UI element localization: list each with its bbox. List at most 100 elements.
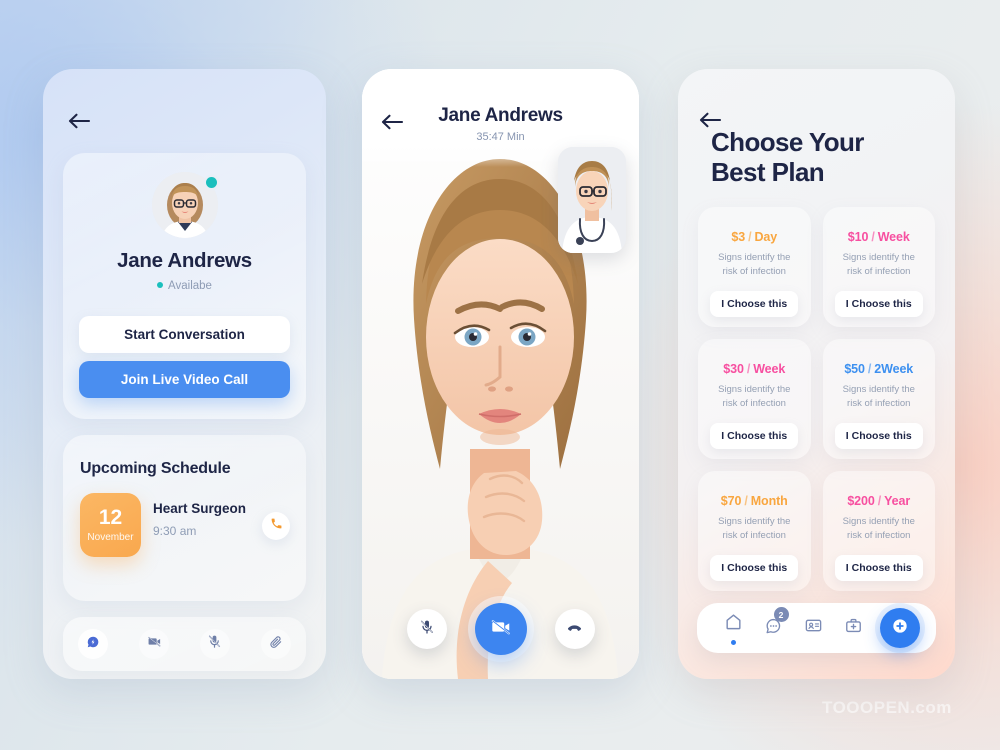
online-status-dot: [205, 177, 217, 188]
nav-item-records[interactable]: [794, 616, 834, 640]
self-view-pip[interactable]: [558, 147, 626, 253]
plan-price-separator: /: [748, 230, 752, 244]
schedule-call-button[interactable]: [262, 512, 290, 540]
page-title: Choose Your Best Plan: [711, 127, 864, 187]
choose-plan-button[interactable]: I Choose this: [710, 554, 799, 581]
nav-item-home[interactable]: [713, 612, 753, 645]
phone-screen-plans: Choose Your Best Plan $3/Day Signs identi…: [678, 69, 955, 679]
avatar: [151, 172, 218, 238]
availability-dot-icon: [157, 282, 164, 288]
plan-price-amount: $3: [731, 230, 746, 244]
mic-off-icon: [419, 619, 435, 640]
plan-price-period: Week: [753, 362, 786, 376]
plan-price-separator: /: [867, 362, 872, 376]
plan-price-separator: /: [746, 362, 751, 376]
plan-price-amount: $200: [847, 494, 875, 508]
plan-price: $3/Day: [731, 230, 777, 244]
plan-price-amount: $10: [847, 230, 869, 244]
plan-price: $200/Year: [847, 494, 910, 508]
plan-price: $30/Week: [723, 362, 785, 376]
add-circle-icon: [890, 616, 910, 641]
plan-card: $3/Day Signs identify the risk of infecti…: [698, 207, 811, 327]
mic-off-icon: [207, 634, 222, 654]
call-video-off-button[interactable]: [474, 603, 527, 655]
toolbar-video-off-button[interactable]: [139, 629, 170, 659]
plan-description: Signs identify the risk of infection: [718, 252, 791, 277]
schedule-date-chip: 12 November: [80, 493, 141, 557]
plan-price-period: Week: [877, 230, 910, 244]
schedule-item-title: Heart Surgeon: [153, 501, 247, 516]
chat-bolt-icon: [86, 635, 100, 654]
medkit-icon: [844, 616, 863, 640]
plan-price-period: Day: [754, 230, 778, 244]
plan-price-separator: /: [871, 230, 875, 244]
plan-description: Signs identify the risk of infection: [842, 516, 915, 541]
choose-plan-button[interactable]: I Choose this: [834, 422, 923, 449]
plan-price-period: Month: [750, 494, 788, 508]
back-button[interactable]: [67, 112, 93, 134]
phone-screen-profile: Jane Andrews Availabe Start Conversation…: [43, 69, 326, 679]
plan-price-amount: $30: [723, 362, 744, 376]
plan-price-separator: /: [877, 494, 882, 508]
arrow-left-icon: [67, 112, 91, 135]
plan-price-period: 2Week: [874, 362, 914, 376]
plan-description: Signs identify the risk of infection: [842, 384, 915, 409]
end-call-icon: [566, 618, 583, 640]
phone-screen-video-call: Jane Andrews 35:47 Min: [362, 69, 639, 679]
plan-price: $10/Week: [848, 230, 910, 244]
availability-status: Availabe: [63, 280, 306, 292]
schedule-item-time: 9:30 am: [153, 524, 197, 538]
doctor-profile-card: Jane Andrews Availabe Start Conversation…: [63, 153, 306, 419]
plan-card: $10/Week Signs identify the risk of infec…: [822, 207, 935, 327]
schedule-day: 12: [98, 506, 123, 529]
call-duration: 35:47 Min: [476, 131, 525, 143]
plan-card: $70/Month Signs identify the risk of infe…: [698, 471, 811, 591]
video-off-icon: [147, 634, 162, 654]
nav-active-indicator: [730, 639, 736, 645]
profile-toolbar: [63, 617, 306, 671]
choose-plan-button[interactable]: I Choose this: [710, 290, 799, 317]
toolbar-attachment-button[interactable]: [260, 629, 291, 659]
attachment-icon: [269, 635, 283, 654]
availability-label: Availabe: [168, 280, 212, 292]
call-end-button[interactable]: [554, 609, 595, 649]
choose-plan-button[interactable]: I Choose this: [710, 422, 799, 449]
plan-card: $30/Week Signs identify the risk of infec…: [698, 339, 811, 459]
schedule-title: Upcoming Schedule: [80, 460, 231, 477]
join-live-video-call-button[interactable]: Join Live Video Call: [79, 361, 290, 398]
nav-item-chat[interactable]: 2: [753, 607, 793, 640]
page-title-line1: Choose Your: [711, 127, 864, 157]
toolbar-mic-off-button[interactable]: [199, 629, 230, 659]
plan-card: $50/2Week Signs identify the risk of infe…: [822, 339, 935, 459]
plan-grid: $3/Day Signs identify the risk of infecti…: [698, 207, 935, 591]
plan-price: $70/Month: [721, 494, 788, 508]
video-off-icon: [490, 616, 512, 643]
call-mic-off-button[interactable]: [406, 609, 447, 649]
page-title-line2: Best Plan: [711, 157, 825, 188]
home-icon: [724, 612, 743, 636]
plan-price-amount: $50: [844, 362, 865, 376]
upcoming-schedule-card: Upcoming Schedule 12 November Heart Surg…: [63, 435, 306, 601]
choose-plan-button[interactable]: I Choose this: [834, 554, 923, 581]
add-button[interactable]: [880, 608, 920, 648]
watermark: TOOOPEN.com: [822, 698, 952, 717]
plan-price-period: Year: [884, 494, 911, 508]
chat-unread-badge: 2: [773, 607, 789, 622]
choose-plan-button[interactable]: I Choose this: [834, 290, 923, 317]
bottom-navigation-bar: 2: [697, 603, 936, 653]
start-conversation-button[interactable]: Start Conversation: [79, 316, 290, 353]
plan-card: $200/Year Signs identify the risk of infe…: [822, 471, 935, 591]
plan-price: $50/2Week: [844, 362, 913, 376]
phone-call-icon: [270, 517, 283, 535]
nav-item-medkit[interactable]: [834, 616, 874, 640]
plan-description: Signs identify the risk of infection: [842, 252, 915, 277]
call-controls: [362, 603, 639, 655]
toolbar-chat-button[interactable]: [78, 629, 109, 659]
doctor-name: Jane Andrews: [117, 249, 252, 272]
schedule-month: November: [87, 532, 134, 543]
plan-price-separator: /: [744, 494, 748, 508]
id-card-icon: [804, 616, 823, 640]
plan-description: Signs identify the risk of infection: [718, 384, 791, 409]
plan-description: Signs identify the risk of infection: [718, 516, 791, 541]
plan-price-amount: $70: [720, 494, 742, 508]
